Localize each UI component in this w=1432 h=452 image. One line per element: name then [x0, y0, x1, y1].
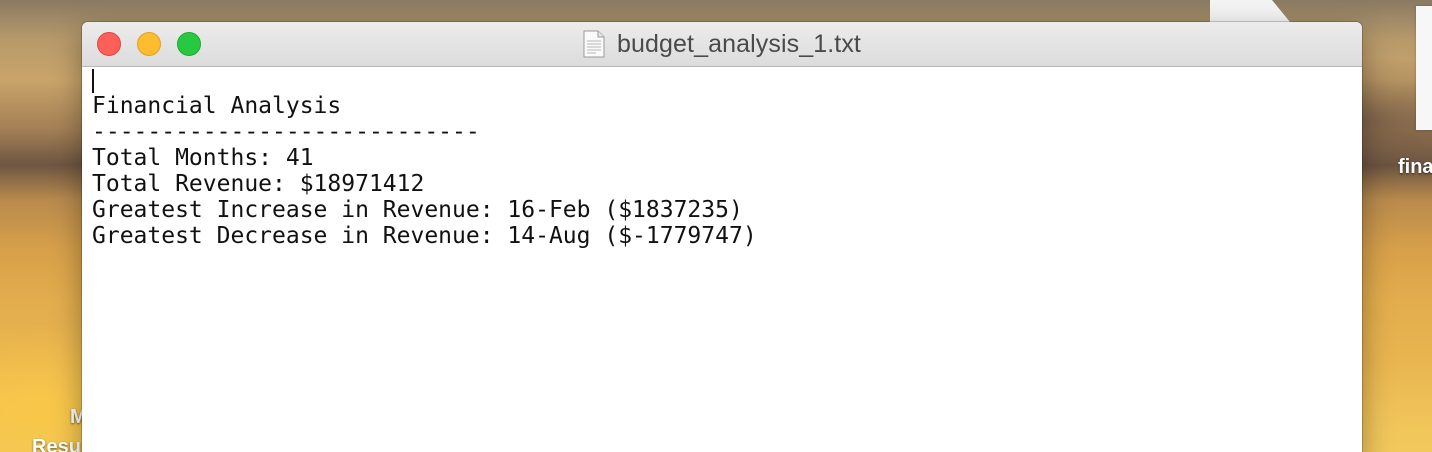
- document-line: Total Revenue: $18971412: [92, 171, 425, 197]
- text-cursor: [92, 69, 94, 93]
- document-line: Financial Analysis: [92, 93, 342, 119]
- text-editor-area[interactable]: Financial Analysis ---------------------…: [82, 67, 1362, 452]
- desktop-file-label[interactable]: fina: [1398, 156, 1432, 179]
- desktop-document-icon[interactable]: [1416, 6, 1432, 130]
- document-line: Total Months: 41: [92, 145, 314, 171]
- desktop-file-label[interactable]: Resu: [32, 436, 81, 452]
- textedit-window: budget_analysis_1.txt Financial Analysis…: [82, 22, 1362, 452]
- title-bar[interactable]: budget_analysis_1.txt: [82, 22, 1362, 67]
- document-line: Greatest Increase in Revenue: 16-Feb ($1…: [92, 197, 743, 223]
- document-text[interactable]: Financial Analysis ---------------------…: [92, 93, 757, 249]
- text-document-icon: [583, 30, 605, 58]
- desktop-file-icon[interactable]: [1210, 0, 1290, 22]
- document-line: ----------------------------: [92, 119, 480, 145]
- window-title-group: budget_analysis_1.txt: [82, 22, 1362, 66]
- window-title: budget_analysis_1.txt: [617, 29, 861, 58]
- document-line: Greatest Decrease in Revenue: 14-Aug ($-…: [92, 223, 757, 249]
